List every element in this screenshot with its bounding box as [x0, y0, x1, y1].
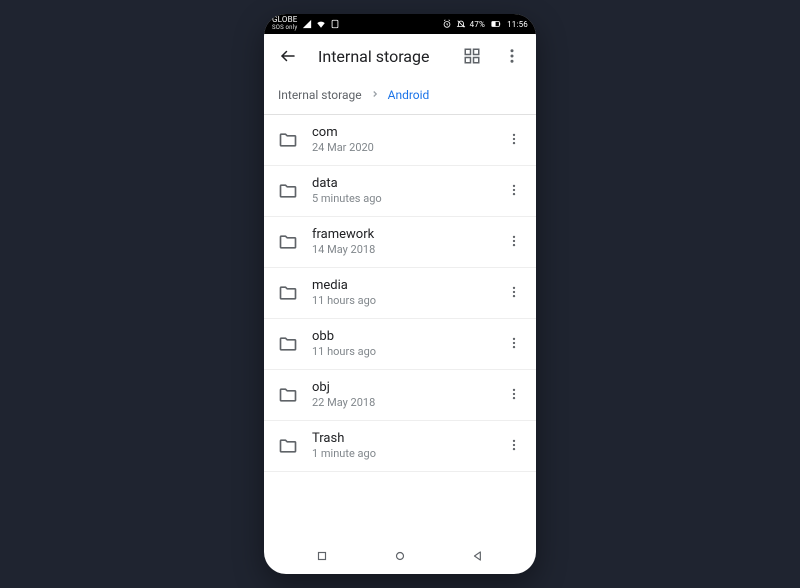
nav-back-button[interactable] — [458, 549, 498, 563]
row-more-button[interactable] — [502, 182, 526, 201]
folder-icon — [278, 130, 298, 150]
row-more-button[interactable] — [502, 437, 526, 456]
folder-meta: framework14 May 2018 — [312, 227, 488, 257]
folder-subtitle: 24 Mar 2020 — [312, 141, 488, 155]
dnd-icon — [456, 19, 466, 29]
nav-recent-button[interactable] — [302, 549, 342, 563]
battery-icon — [489, 19, 503, 29]
folder-subtitle: 5 minutes ago — [312, 192, 488, 206]
folder-row[interactable]: obb11 hours ago — [264, 319, 536, 370]
folder-subtitle: 1 minute ago — [312, 447, 488, 461]
breadcrumb-root[interactable]: Internal storage — [278, 88, 362, 102]
folder-name: framework — [312, 227, 488, 243]
system-nav-bar — [264, 538, 536, 574]
battery-percent: 47% — [470, 20, 485, 29]
folder-icon — [278, 436, 298, 456]
row-more-button[interactable] — [502, 131, 526, 150]
carrier-name: GLOBE — [272, 16, 298, 24]
alarm-icon — [442, 19, 452, 29]
row-more-button[interactable] — [502, 335, 526, 354]
breadcrumb: Internal storage Android — [264, 78, 536, 115]
chevron-right-icon — [370, 88, 380, 102]
folder-name: data — [312, 176, 488, 192]
folder-icon — [278, 283, 298, 303]
nav-home-button[interactable] — [380, 549, 420, 563]
folder-row[interactable]: data5 minutes ago — [264, 166, 536, 217]
folder-subtitle: 14 May 2018 — [312, 243, 488, 257]
row-more-button[interactable] — [502, 386, 526, 405]
folder-name: Trash — [312, 431, 488, 447]
signal-icon — [302, 19, 312, 29]
folder-icon — [278, 334, 298, 354]
folder-meta: obj22 May 2018 — [312, 380, 488, 410]
carrier-label: GLOBE SOS only — [272, 16, 298, 32]
status-bar: GLOBE SOS only 47% 11:56 — [264, 14, 536, 34]
sim-icon — [330, 19, 340, 29]
folder-row[interactable]: Trash1 minute ago — [264, 421, 536, 472]
folder-subtitle: 22 May 2018 — [312, 396, 488, 410]
grid-view-button[interactable] — [456, 40, 488, 72]
overflow-menu-button[interactable] — [496, 40, 528, 72]
back-button[interactable] — [272, 40, 304, 72]
folder-name: com — [312, 125, 488, 141]
folder-row[interactable]: com24 Mar 2020 — [264, 115, 536, 166]
carrier-status: SOS only — [272, 24, 298, 32]
folder-meta: media11 hours ago — [312, 278, 488, 308]
folder-subtitle: 11 hours ago — [312, 294, 488, 308]
breadcrumb-current[interactable]: Android — [388, 88, 430, 102]
folder-meta: data5 minutes ago — [312, 176, 488, 206]
row-more-button[interactable] — [502, 233, 526, 252]
folder-meta: com24 Mar 2020 — [312, 125, 488, 155]
folder-name: obb — [312, 329, 488, 345]
folder-icon — [278, 181, 298, 201]
folder-row[interactable]: media11 hours ago — [264, 268, 536, 319]
wifi-icon — [316, 19, 326, 29]
row-more-button[interactable] — [502, 284, 526, 303]
folder-meta: Trash1 minute ago — [312, 431, 488, 461]
folder-icon — [278, 232, 298, 252]
folder-name: obj — [312, 380, 488, 396]
folder-row[interactable]: obj22 May 2018 — [264, 370, 536, 421]
folder-subtitle: 11 hours ago — [312, 345, 488, 359]
page-title: Internal storage — [312, 47, 448, 66]
phone-frame: GLOBE SOS only 47% 11:56 — [264, 14, 536, 574]
folder-name: media — [312, 278, 488, 294]
folder-meta: obb11 hours ago — [312, 329, 488, 359]
folder-list[interactable]: com24 Mar 2020 data5 minutes ago framework… — [264, 115, 536, 538]
app-bar: Internal storage — [264, 34, 536, 78]
folder-icon — [278, 385, 298, 405]
clock: 11:56 — [507, 20, 528, 29]
folder-row[interactable]: framework14 May 2018 — [264, 217, 536, 268]
